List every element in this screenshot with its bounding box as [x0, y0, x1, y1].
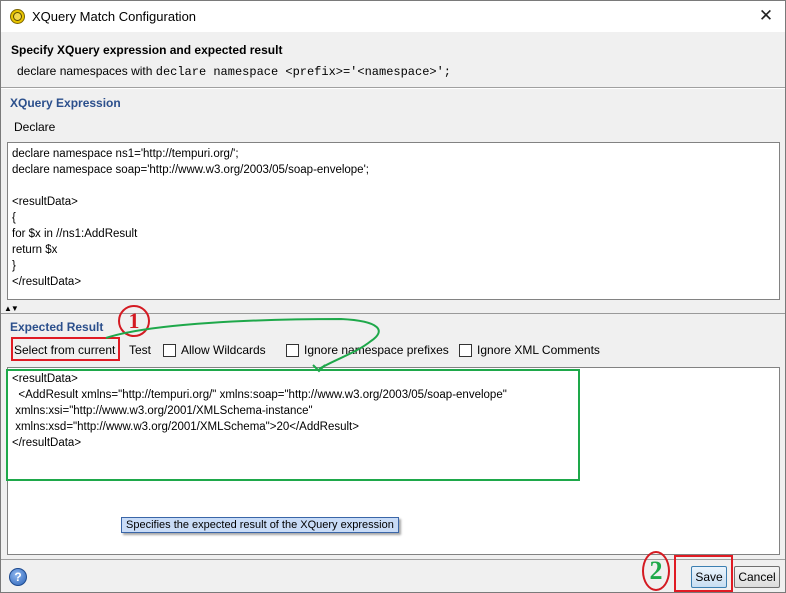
header-description: declare namespaces with declare namespac…	[17, 64, 451, 79]
ignore-xml-comments-box[interactable]	[459, 343, 472, 357]
annotation-step-2-marker: 2	[642, 551, 670, 591]
allow-wildcards-checkbox[interactable]: Allow Wildcards	[163, 343, 266, 357]
header-title: Specify XQuery expression and expected r…	[11, 43, 283, 57]
close-icon: ✕	[758, 6, 774, 25]
allow-wildcards-label: Allow Wildcards	[181, 343, 266, 357]
expected-result-tooltip: Specifies the expected result of the XQu…	[121, 517, 399, 533]
ignore-xml-comments-checkbox[interactable]: Ignore XML Comments	[459, 343, 600, 357]
annotation-step-1-marker: 1	[118, 305, 150, 337]
annotation-highlight-save	[674, 555, 733, 592]
ignore-namespace-prefixes-checkbox[interactable]: Ignore namespace prefixes	[286, 343, 449, 357]
help-icon[interactable]: ?	[9, 568, 27, 586]
expected-result-label: Expected Result	[10, 320, 104, 334]
xquery-match-configuration-dialog: XQuery Match Configuration ✕ Specify XQu…	[0, 0, 786, 593]
title-bar: XQuery Match Configuration ✕	[1, 1, 785, 32]
ignore-xml-comments-label: Ignore XML Comments	[477, 343, 600, 357]
expand-collapse-arrows-icon[interactable]: ▲▼	[4, 304, 19, 313]
xquery-expression-label: XQuery Expression	[10, 96, 121, 110]
cancel-button[interactable]: Cancel	[734, 566, 780, 588]
window-title: XQuery Match Configuration	[32, 9, 197, 24]
declare-label: Declare	[14, 120, 56, 134]
ignore-namespace-prefixes-label: Ignore namespace prefixes	[304, 343, 449, 357]
xquery-gear-icon	[10, 9, 25, 24]
header-desc-code: declare namespace <prefix>='<namespace>'…	[155, 65, 451, 79]
ignore-namespace-prefixes-box[interactable]	[286, 343, 299, 357]
xquery-expression-textarea[interactable]: declare namespace ns1='http://tempuri.or…	[7, 142, 780, 300]
annotation-highlight-select-from-current	[11, 337, 120, 361]
close-button[interactable]: ✕	[755, 6, 777, 26]
dialog-header: Specify XQuery expression and expected r…	[1, 32, 785, 88]
allow-wildcards-box[interactable]	[163, 343, 176, 357]
annotation-highlight-expected-result	[6, 369, 580, 481]
header-desc-text: declare namespaces with	[17, 64, 156, 78]
test-button[interactable]: Test	[129, 343, 151, 357]
